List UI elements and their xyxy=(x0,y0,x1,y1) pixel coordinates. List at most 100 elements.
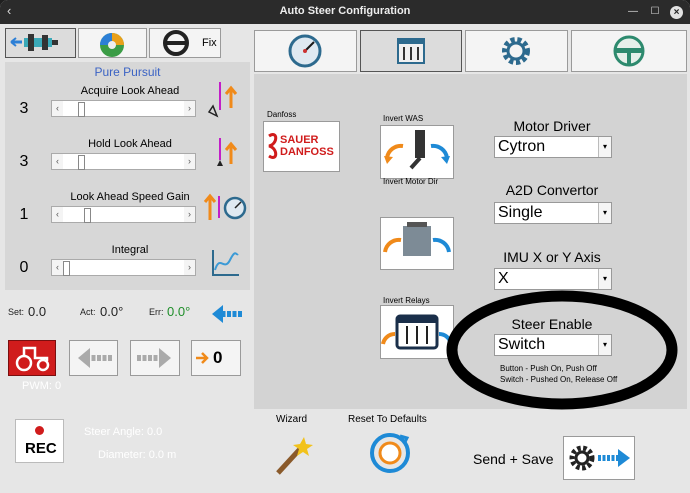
tab-steering[interactable] xyxy=(571,30,687,72)
hold-slider[interactable]: ‹ › xyxy=(51,153,196,170)
danfoss-label: Danfoss xyxy=(267,110,297,119)
tab-gear[interactable] xyxy=(465,30,568,72)
scroll-left-icon[interactable]: ‹ xyxy=(52,260,63,275)
steer-angle-text: Steer Angle: 0.0 xyxy=(84,426,163,438)
integral-value: 0 xyxy=(19,259,29,276)
motor-icon xyxy=(383,222,451,256)
hold-label: Hold Look Ahead xyxy=(88,138,172,150)
tab-vehicle[interactable] xyxy=(5,28,76,58)
gear-icon xyxy=(502,37,530,65)
record-dot-icon xyxy=(35,426,44,435)
steer-test-button[interactable] xyxy=(8,340,56,376)
hold-value: 3 xyxy=(19,153,29,170)
hold-lookahead-icon xyxy=(217,138,238,166)
danfoss-logo-icon: SAUER DANFOSS xyxy=(268,133,334,159)
slider-thumb[interactable] xyxy=(77,102,85,117)
act-value-wrap: 0.0° xyxy=(100,304,123,319)
motor-driver-select[interactable]: Cytron ▾ xyxy=(494,136,612,158)
a2d-value: Single xyxy=(498,204,543,221)
danfoss-toggle[interactable]: SAUER DANFOSS xyxy=(263,121,340,172)
title-bar: ‹ Auto Steer Configuration — ☐ × xyxy=(0,0,690,24)
integral-label: Integral xyxy=(111,244,149,256)
send-save-label: Send + Save xyxy=(473,451,554,467)
hand-drawn-circle-annotation xyxy=(446,290,678,410)
a2d-label: A2D Convertor xyxy=(505,182,599,198)
gauge-globe-icon xyxy=(100,33,124,57)
pure-pursuit-panel: Pure Pursuit Acquire Look Ahead 3 ‹ › Ho… xyxy=(5,62,250,290)
gain-value: 1 xyxy=(19,206,29,223)
speed-gain-icon xyxy=(203,193,247,220)
rec-label: REC xyxy=(25,440,57,457)
tab-gauge[interactable] xyxy=(254,30,357,72)
imu-select[interactable]: X ▾ xyxy=(494,268,612,290)
acquire-slider[interactable]: ‹ › xyxy=(51,100,196,117)
close-icon[interactable]: × xyxy=(670,6,683,19)
steering-wheel-icon xyxy=(163,30,189,56)
invert-relays-label: Invert Relays xyxy=(383,296,430,305)
was-sensor-icon xyxy=(384,130,450,170)
slider-thumb[interactable] xyxy=(83,208,91,223)
chevron-down-icon[interactable]: ▾ xyxy=(598,203,611,223)
tab-settings-sliders[interactable] xyxy=(360,30,462,72)
act-value: 0.0° xyxy=(100,304,124,319)
imu-value: X xyxy=(498,270,509,287)
reset-label: Reset To Defaults xyxy=(348,414,427,425)
slider-thumb[interactable] xyxy=(77,155,85,170)
invert-was-toggle[interactable] xyxy=(380,125,454,179)
invert-was-label: Invert WAS xyxy=(383,114,424,123)
svg-text:DANFOSS: DANFOSS xyxy=(280,146,334,158)
steer-right-button[interactable] xyxy=(130,340,180,376)
set-label: Set: xyxy=(8,307,25,317)
maximize-icon[interactable]: ☐ xyxy=(649,6,661,18)
motor-driver-value: Cytron xyxy=(498,138,546,155)
green-steering-wheel-icon xyxy=(613,35,645,67)
scroll-right-icon[interactable]: › xyxy=(184,207,195,222)
magic-wand-icon[interactable] xyxy=(272,433,316,477)
integral-slider[interactable]: ‹ › xyxy=(51,259,196,276)
gain-label: Look Ahead Speed Gain xyxy=(70,191,190,203)
fix-label: Fix xyxy=(202,37,217,49)
motor-driver-label: Motor Driver xyxy=(513,118,591,134)
tractor-cross-icon xyxy=(10,34,58,51)
gear-arrow-icon xyxy=(569,445,630,471)
gain-slider[interactable]: ‹ › xyxy=(51,206,196,223)
pwm-text: PWM: 0 xyxy=(22,380,62,392)
scroll-right-icon[interactable]: › xyxy=(184,101,195,116)
set-value: 0.0 xyxy=(28,304,47,319)
pure-pursuit-title: Pure Pursuit xyxy=(94,65,161,79)
scroll-left-icon[interactable]: ‹ xyxy=(52,207,63,222)
speedometer-icon xyxy=(288,34,322,68)
reset-defaults-icon[interactable] xyxy=(367,430,413,476)
scroll-right-icon[interactable]: › xyxy=(184,260,195,275)
slider-thumb[interactable] xyxy=(63,261,70,276)
tab-fix[interactable]: Fix xyxy=(149,28,221,58)
tab-steer-chart[interactable] xyxy=(78,28,147,58)
imu-label: IMU X or Y Axis xyxy=(503,249,601,265)
err-label: Err: xyxy=(149,307,164,317)
zero-label: 0 xyxy=(213,348,223,367)
zero-steer-button[interactable]: 0 xyxy=(191,340,241,376)
record-button[interactable]: REC xyxy=(15,419,64,463)
left-arrow-grey-icon xyxy=(78,348,112,368)
minimize-icon[interactable]: — xyxy=(627,6,639,18)
chevron-down-icon[interactable]: ▾ xyxy=(598,137,611,157)
acquire-lookahead-icon xyxy=(207,82,238,118)
left-arrow-icon[interactable] xyxy=(210,303,244,325)
chevron-down-icon[interactable]: ▾ xyxy=(598,269,611,289)
scroll-right-icon[interactable]: › xyxy=(184,154,195,169)
right-arrow-grey-icon xyxy=(137,348,171,368)
svg-text:SAUER: SAUER xyxy=(280,134,319,146)
steer-left-button[interactable] xyxy=(69,340,118,376)
invert-motor-toggle[interactable] xyxy=(380,217,454,270)
scroll-left-icon[interactable]: ‹ xyxy=(52,154,63,169)
settings-panel: Danfoss SAUER DANFOSS Invert WAS Invert … xyxy=(254,74,687,410)
acquire-label: Acquire Look Ahead xyxy=(80,85,180,97)
scroll-left-icon[interactable]: ‹ xyxy=(52,101,63,116)
window-title: Auto Steer Configuration xyxy=(279,5,411,17)
send-save-button[interactable] xyxy=(563,436,635,480)
tractor-icon xyxy=(15,346,50,372)
wizard-label: Wizard xyxy=(276,414,308,425)
invert-motor-label: Invert Motor Dir xyxy=(383,177,439,186)
acquire-value: 3 xyxy=(19,100,29,117)
a2d-select[interactable]: Single ▾ xyxy=(494,202,612,224)
